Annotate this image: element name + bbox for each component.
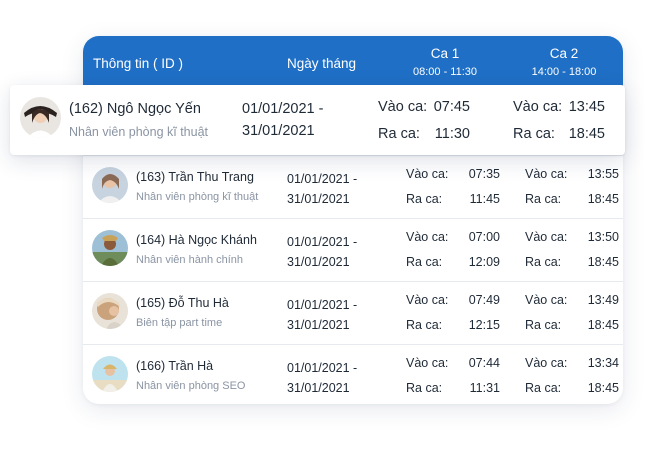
avatar: [92, 230, 128, 266]
date-to: 31/01/2021: [242, 123, 315, 139]
date-to: 31/01/2021: [287, 192, 350, 206]
header-shift-2: Ca 2 14:00 - 18:00: [504, 36, 623, 78]
check-out-label: Ra ca:: [525, 255, 562, 269]
shift-2-times: Vào ca: 13:34 Ra ca: 18:45: [525, 351, 619, 401]
header-shift-1: Ca 1 08:00 - 11:30: [385, 36, 505, 78]
employee-role: Nhân viên phòng kĩ thuật: [69, 125, 208, 139]
avatar: [92, 356, 128, 392]
employee-name: (163) Trần Thu Trang: [136, 170, 254, 184]
check-in-label: Vào ca:: [525, 293, 568, 307]
check-out-label: Ra ca:: [513, 126, 555, 142]
check-out-label: Ra ca:: [406, 192, 443, 206]
employee-role: Nhân viên phòng SEO: [136, 380, 246, 392]
check-out-time: 18:45: [587, 255, 619, 269]
header-info[interactable]: Thông tin ( ID ): [93, 56, 183, 71]
check-out-label: Ra ca:: [378, 126, 420, 142]
check-out-time: 18:45: [587, 192, 619, 206]
shift-1-title: Ca 1: [430, 46, 460, 61]
check-out-time: 18:45: [587, 381, 619, 395]
check-in-label: Vào ca:: [406, 167, 449, 181]
shift-2-time: 14:00 - 18:00: [531, 66, 597, 78]
date-from: 01/01/2021 -: [287, 172, 358, 186]
check-out-label: Ra ca:: [525, 192, 562, 206]
check-out-time: 11:31: [469, 381, 500, 395]
employee-name: (164) Hà Ngọc Khánh: [136, 233, 257, 247]
check-out-label: Ra ca:: [406, 318, 443, 332]
check-in-time: 13:55: [587, 167, 619, 181]
check-out-time: 18:45: [587, 318, 619, 332]
shift-2-times: Vào ca: 13:50 Ra ca: 18:45: [525, 225, 619, 275]
avatar: [20, 97, 61, 138]
check-in-label: Vào ca:: [378, 99, 428, 115]
shift-1-times: Vào ca: 07:00 Ra ca: 12:09: [406, 225, 500, 275]
table-row[interactable]: (166) Trần Hà Nhân viên phòng SEO 01/01/…: [83, 345, 623, 404]
date-to: 31/01/2021: [287, 255, 350, 269]
employee-role: Nhân viên phòng kĩ thuật: [136, 191, 259, 203]
check-out-time: 12:15: [468, 318, 500, 332]
shift-1-times: Vào ca: 07:35 Ra ca: 11:45: [406, 162, 500, 212]
shift-1-times: Vào ca: 07:49 Ra ca: 12:15: [406, 288, 500, 338]
employee-role: Biên tập part time: [136, 317, 223, 329]
check-out-label: Ra ca:: [525, 381, 562, 395]
highlighted-row[interactable]: (162) Ngô Ngọc Yến Nhân viên phòng kĩ th…: [10, 85, 625, 155]
table-row[interactable]: (163) Trần Thu Trang Nhân viên phòng kĩ …: [83, 156, 623, 219]
date-to: 31/01/2021: [287, 318, 350, 332]
table-row[interactable]: (164) Hà Ngọc Khánh Nhân viên hành chính…: [83, 219, 623, 282]
table-row[interactable]: (165) Đỗ Thu Hà Biên tập part time 01/01…: [83, 282, 623, 345]
check-out-time: 11:30: [434, 126, 470, 142]
check-in-time: 13:34: [587, 356, 619, 370]
date-from: 01/01/2021 -: [287, 361, 358, 375]
date-range: 01/01/2021 - 31/01/2021: [287, 358, 387, 398]
check-in-time: 13:49: [587, 293, 619, 307]
shift-2-times: Vào ca: 13:45 Ra ca: 18:45: [513, 94, 605, 148]
check-in-label: Vào ca:: [525, 356, 568, 370]
shift-2-times: Vào ca: 13:49 Ra ca: 18:45: [525, 288, 619, 338]
employee-name: (166) Trần Hà: [136, 359, 214, 373]
check-in-label: Vào ca:: [406, 230, 449, 244]
check-in-label: Vào ca:: [406, 356, 449, 370]
check-out-time: 11:45: [469, 192, 500, 206]
employee-role: Nhân viên hành chính: [136, 254, 244, 266]
shift-1-times: Vào ca: 07:45 Ra ca: 11:30: [378, 94, 470, 148]
date-to: 31/01/2021: [287, 381, 350, 395]
table-header: Thông tin ( ID ) Ngày tháng Ca 1 08:00 -…: [83, 36, 623, 86]
avatar: [92, 167, 128, 203]
check-in-time: 13:50: [587, 230, 619, 244]
date-range: 01/01/2021 - 31/01/2021: [242, 98, 362, 142]
check-out-label: Ra ca:: [525, 318, 562, 332]
check-out-label: Ra ca:: [406, 381, 443, 395]
check-in-time: 07:45: [433, 99, 470, 115]
date-from: 01/01/2021 -: [242, 101, 324, 117]
employee-name: (165) Đỗ Thu Hà: [136, 296, 229, 310]
check-in-label: Vào ca:: [525, 167, 568, 181]
shift-2-times: Vào ca: 13:55 Ra ca: 18:45: [525, 162, 619, 212]
check-in-label: Vào ca:: [513, 99, 563, 115]
header-date[interactable]: Ngày tháng: [287, 56, 356, 71]
check-in-label: Vào ca:: [525, 230, 568, 244]
check-in-time: 07:49: [468, 293, 500, 307]
shift-2-title: Ca 2: [549, 46, 579, 61]
check-in-time: 07:00: [468, 230, 500, 244]
shift-1-times: Vào ca: 07:44 Ra ca: 11:31: [406, 351, 500, 401]
date-range: 01/01/2021 - 31/01/2021: [287, 295, 387, 335]
date-from: 01/01/2021 -: [287, 298, 358, 312]
date-from: 01/01/2021 -: [287, 235, 358, 249]
shift-1-time: 08:00 - 11:30: [412, 66, 477, 78]
check-in-time: 07:44: [468, 356, 500, 370]
date-range: 01/01/2021 - 31/01/2021: [287, 232, 387, 272]
check-in-time: 13:45: [568, 99, 605, 115]
check-out-time: 18:45: [568, 126, 605, 142]
check-in-time: 07:35: [468, 167, 500, 181]
check-out-time: 12:09: [468, 255, 500, 269]
check-out-label: Ra ca:: [406, 255, 443, 269]
employee-name: (162) Ngô Ngọc Yến: [69, 101, 201, 117]
check-in-label: Vào ca:: [406, 293, 449, 307]
date-range: 01/01/2021 - 31/01/2021: [287, 169, 387, 209]
avatar: [92, 293, 128, 329]
